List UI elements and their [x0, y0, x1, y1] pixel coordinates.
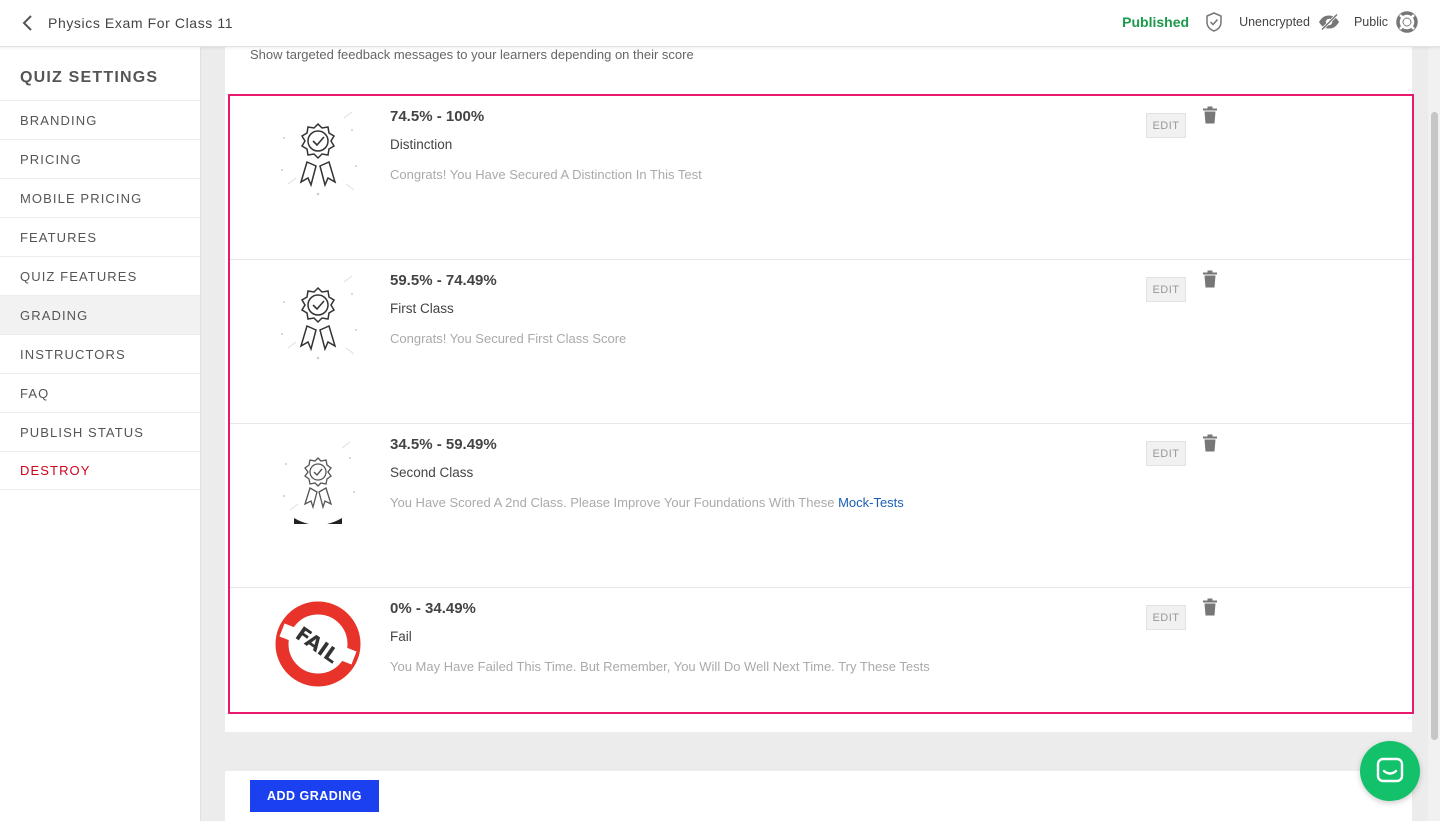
shield-check-icon[interactable] — [1203, 11, 1225, 33]
settings-sidebar: QUIZ SETTINGS BRANDING PRICING MOBILE PR… — [0, 47, 201, 821]
sidebar-item-instructors[interactable]: INSTRUCTORS — [0, 334, 200, 373]
chat-icon — [1376, 757, 1404, 783]
visibility-status[interactable]: Public — [1354, 15, 1388, 29]
lifebuoy-icon[interactable] — [1396, 11, 1418, 33]
sidebar-heading: QUIZ SETTINGS — [20, 69, 159, 86]
published-status[interactable]: Published — [1122, 14, 1189, 30]
sidebar-item-publish-status[interactable]: PUBLISH STATUS — [0, 412, 200, 451]
sidebar-item-mobile-pricing[interactable]: MOBILE PRICING — [0, 178, 200, 217]
chat-launcher-button[interactable] — [1360, 741, 1420, 801]
add-grading-button[interactable]: ADD GRADING — [250, 780, 379, 812]
sidebar-item-destroy[interactable]: DESTROY — [0, 451, 200, 490]
chevron-left-icon[interactable] — [18, 13, 38, 33]
sidebar-item-grading[interactable]: GRADING — [0, 295, 200, 334]
top-bar: Physics Exam For Class 11 Published Unen… — [0, 0, 1440, 47]
eye-slash-icon[interactable] — [1318, 11, 1340, 33]
page-title: Physics Exam For Class 11 — [48, 15, 234, 31]
sidebar-item-faq[interactable]: FAQ — [0, 373, 200, 412]
scrollbar-thumb[interactable] — [1431, 112, 1438, 740]
sidebar-item-pricing[interactable]: PRICING — [0, 139, 200, 178]
encryption-status[interactable]: Unencrypted — [1239, 15, 1310, 29]
publish-info: Published Unencrypted Public — [1122, 10, 1418, 34]
bottom-action-bar — [225, 771, 1412, 821]
sidebar-item-branding[interactable]: BRANDING — [0, 100, 200, 139]
grades-highlight-frame — [228, 94, 1414, 714]
grading-subtitle: Show targeted feedback messages to your … — [250, 47, 694, 62]
sidebar-menu: BRANDING PRICING MOBILE PRICING FEATURES… — [0, 100, 200, 490]
sidebar-item-quiz-features[interactable]: QUIZ FEATURES — [0, 256, 200, 295]
sidebar-item-features[interactable]: FEATURES — [0, 217, 200, 256]
